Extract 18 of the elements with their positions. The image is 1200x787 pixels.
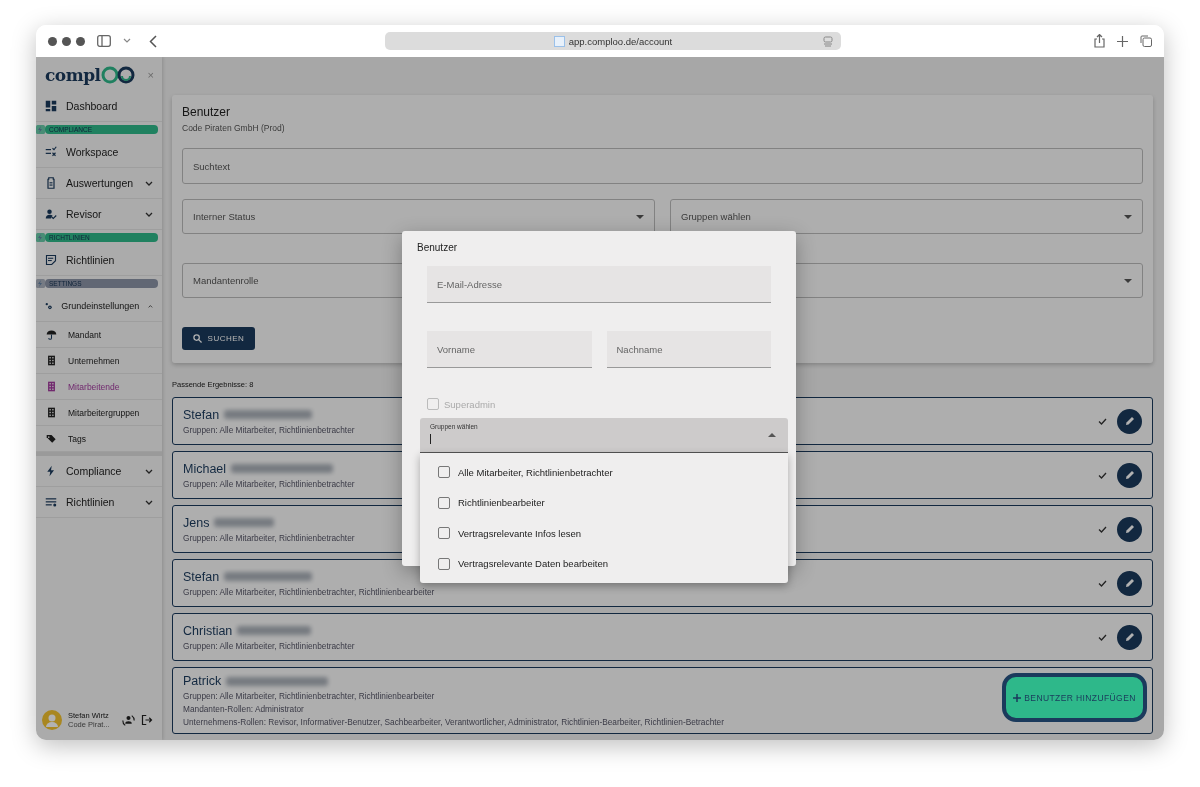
card-subtitle: Code Piraten GmbH (Prod) (182, 123, 286, 133)
user-detail: Gruppen: Alle Mitarbeiter, Richtlinienbetrachter, Richtlinienbearbeiter (183, 586, 435, 597)
user-detail: Gruppen: Alle Mitarbeiter, Richtlinienbetrachter (183, 640, 355, 651)
user-first-name: Michael (183, 461, 227, 476)
user-detail: Gruppen: Alle Mitarbeiter, Richtlinienbetrachter (183, 424, 355, 435)
user-first-name: Jens (183, 515, 210, 530)
user-first-name: Patrick (183, 674, 222, 689)
dialog-title: Benutzer (417, 242, 459, 253)
url-text: app.comploo.de/account (568, 35, 673, 47)
user-first-name: Christian (183, 623, 233, 638)
user-detail: Gruppen: Alle Mitarbeiter, Richtlinienbetrachter (183, 478, 355, 489)
user-first-name: Stefan (183, 569, 220, 584)
user-detail: Gruppen: Alle Mitarbeiter, Richtlinienbetrachter (183, 532, 355, 543)
user-detail: Unternehmens-Rollen: Revisor, Informativer-Benutzer, Sachbearbeiter, Verantwortlicher, Administrator, Richtlinien-Bearbeiter, Richtlinien-Betrachter (183, 717, 724, 728)
user-first-name: Stefan (183, 407, 220, 422)
card-title: Benutzer (182, 105, 232, 119)
user-detail: Gruppen: Alle Mitarbeiter, Richtlinienbetrachter, Richtlinienbearbeiter (183, 691, 435, 702)
user-detail: Mandanten-Rollen: Administrator (183, 704, 304, 715)
